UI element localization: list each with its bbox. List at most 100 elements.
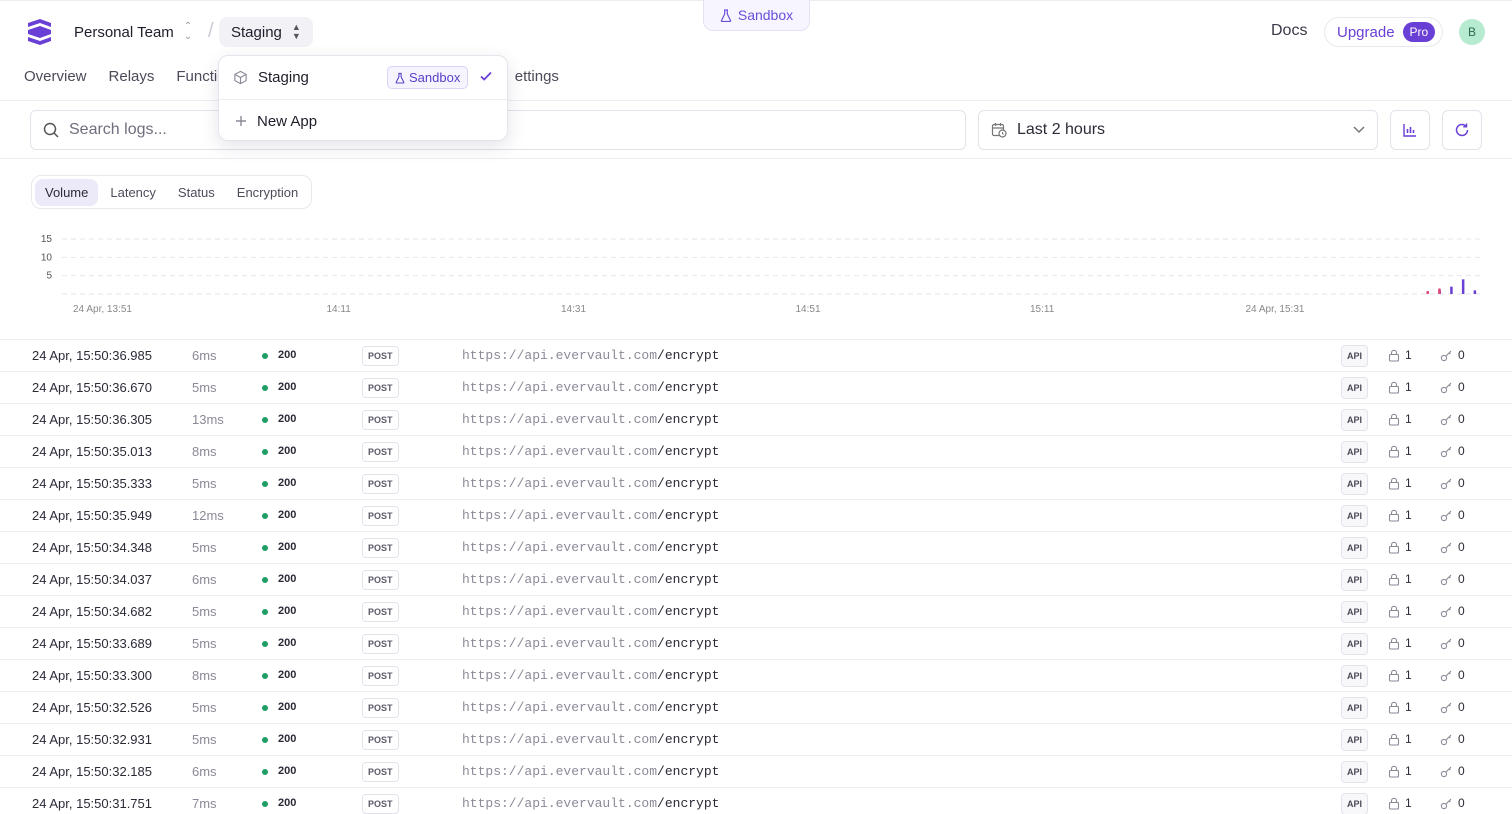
log-status: 200: [278, 637, 297, 649]
log-timestamp: 24 Apr, 15:50:32.526: [32, 700, 152, 715]
status-dot-icon: [262, 801, 268, 807]
encrypted-value: 1: [1405, 476, 1412, 490]
url-path: /encrypt: [657, 796, 720, 811]
log-timestamp: 24 Apr, 15:50:36.985: [32, 348, 152, 363]
chart-toggle-button[interactable]: [1390, 110, 1430, 150]
table-row[interactable]: 24 Apr, 15:50:32.526 5ms 200 POST https://ap…: [0, 692, 1512, 724]
chart-bar[interactable]: [1461, 279, 1465, 294]
chart-bar[interactable]: [1438, 288, 1441, 295]
log-duration: 5ms: [192, 732, 217, 747]
table-row[interactable]: 24 Apr, 15:50:34.037 6ms 200 POST https://ap…: [0, 564, 1512, 596]
calendar-clock-icon: [991, 123, 1007, 138]
table-row[interactable]: 24 Apr, 15:50:35.949 12ms 200 POST https://a…: [0, 500, 1512, 532]
lock-icon: [1388, 733, 1400, 746]
lock-icon: [1388, 701, 1400, 714]
app-switcher[interactable]: Staging ▲ ▼: [219, 17, 313, 47]
tab-status[interactable]: Status: [168, 179, 225, 206]
method-badge: POST: [362, 570, 399, 590]
url-path: /encrypt: [657, 636, 720, 651]
log-url: https://api.evervault.com/encrypt: [462, 540, 719, 555]
key-icon: [1440, 414, 1452, 425]
docs-link[interactable]: Docs: [1271, 22, 1307, 40]
table-row[interactable]: 24 Apr, 15:50:32.931 5ms 200 POST https://ap…: [0, 724, 1512, 756]
decrypted-count: 0: [1440, 636, 1465, 650]
search-input[interactable]: [69, 121, 949, 139]
log-status: 200: [278, 509, 297, 521]
url-path: /encrypt: [657, 572, 720, 587]
tab-latency[interactable]: Latency: [100, 179, 166, 206]
chart-bar[interactable]: [1473, 290, 1477, 294]
log-url: https://api.evervault.com/encrypt: [462, 412, 719, 427]
table-row[interactable]: 24 Apr, 15:50:36.305 13ms 200 POST https://a…: [0, 404, 1512, 436]
table-row[interactable]: 24 Apr, 15:50:35.013 8ms 200 POST https://ap…: [0, 436, 1512, 468]
decrypted-count: 0: [1440, 732, 1465, 746]
table-row[interactable]: 24 Apr, 15:50:33.689 5ms 200 POST https://ap…: [0, 628, 1512, 660]
chart-bar[interactable]: [1426, 291, 1429, 294]
encrypted-value: 1: [1405, 668, 1412, 682]
lock-icon: [1388, 413, 1400, 426]
decrypted-value: 0: [1458, 476, 1465, 490]
method-badge: POST: [362, 442, 399, 462]
metric-tabs: Volume Latency Status Encryption: [31, 175, 313, 209]
status-dot-icon: [262, 641, 268, 647]
table-row[interactable]: 24 Apr, 15:50:36.985 6ms 200 POST https://ap…: [0, 340, 1512, 372]
key-icon: [1440, 478, 1452, 489]
key-icon: [1440, 670, 1452, 681]
log-url: https://api.evervault.com/encrypt: [462, 348, 719, 363]
lock-icon: [1388, 477, 1400, 490]
method-badge: POST: [362, 602, 399, 622]
new-app-option[interactable]: New App: [219, 101, 509, 141]
table-row[interactable]: 24 Apr, 15:50:34.348 5ms 200 POST https://ap…: [0, 532, 1512, 564]
volume-chart: 15 10 5 24 Apr, 13:51 14:11 14:31 14:51 15:11 24…: [41, 234, 1480, 315]
time-range-select[interactable]: Last 2 hours: [978, 110, 1378, 150]
type-badge: API: [1341, 729, 1369, 751]
decrypted-count: 0: [1440, 796, 1465, 810]
log-duration: 8ms: [192, 444, 217, 459]
type-badge: API: [1341, 601, 1369, 623]
encrypted-value: 1: [1405, 796, 1412, 810]
log-timestamp: 24 Apr, 15:50:32.185: [32, 764, 152, 779]
chart-bar[interactable]: [1450, 286, 1453, 294]
table-row[interactable]: 24 Apr, 15:50:36.670 5ms 200 POST https://ap…: [0, 372, 1512, 404]
method-badge: POST: [362, 730, 399, 750]
nav-relays[interactable]: Relays: [109, 68, 155, 85]
type-badge: API: [1341, 761, 1369, 783]
encrypted-count: 1: [1388, 380, 1412, 394]
table-row[interactable]: 24 Apr, 15:50:32.185 6ms 200 POST https://ap…: [0, 756, 1512, 788]
decrypted-count: 0: [1440, 700, 1465, 714]
decrypted-value: 0: [1458, 764, 1465, 778]
decrypted-value: 0: [1458, 540, 1465, 554]
table-row[interactable]: 24 Apr, 15:50:33.300 8ms 200 POST https://ap…: [0, 660, 1512, 692]
table-row[interactable]: 24 Apr, 15:50:35.333 5ms 200 POST https://ap…: [0, 468, 1512, 500]
decrypted-value: 0: [1458, 412, 1465, 426]
decrypted-count: 0: [1440, 668, 1465, 682]
decrypted-count: 0: [1440, 508, 1465, 522]
method-badge: POST: [362, 346, 399, 366]
refresh-button[interactable]: [1442, 110, 1482, 150]
evervault-logo-icon[interactable]: [24, 17, 54, 47]
table-row[interactable]: 24 Apr, 15:50:34.682 5ms 200 POST https://ap…: [0, 596, 1512, 628]
sandbox-badge-label: Sandbox: [409, 70, 461, 85]
sandbox-badge: Sandbox: [387, 66, 469, 89]
url-path: /encrypt: [657, 380, 720, 395]
status-dot-icon: [262, 513, 268, 519]
tab-encryption[interactable]: Encryption: [227, 179, 308, 206]
log-status: 200: [278, 477, 297, 489]
log-duration: 5ms: [192, 476, 217, 491]
avatar[interactable]: B: [1459, 19, 1485, 45]
encrypted-count: 1: [1388, 412, 1412, 426]
status-dot-icon: [262, 769, 268, 775]
url-domain: https://api.evervault.com: [462, 668, 658, 683]
chevron-down-icon: [1353, 126, 1365, 134]
key-icon: [1440, 766, 1452, 777]
nav-settings[interactable]: ettings: [515, 68, 559, 85]
log-status: 200: [278, 413, 297, 425]
tab-volume[interactable]: Volume: [35, 178, 99, 206]
log-timestamp: 24 Apr, 15:50:35.013: [32, 444, 152, 459]
upgrade-button[interactable]: Upgrade Pro: [1324, 17, 1444, 47]
team-switcher[interactable]: Personal Team ⌃ ⌄: [74, 22, 192, 42]
table-row[interactable]: 24 Apr, 15:50:31.751 7ms 200 POST https://ap…: [0, 788, 1512, 814]
nav-overview[interactable]: Overview: [24, 68, 87, 85]
url-domain: https://api.evervault.com: [462, 732, 658, 747]
encrypted-value: 1: [1405, 348, 1412, 362]
